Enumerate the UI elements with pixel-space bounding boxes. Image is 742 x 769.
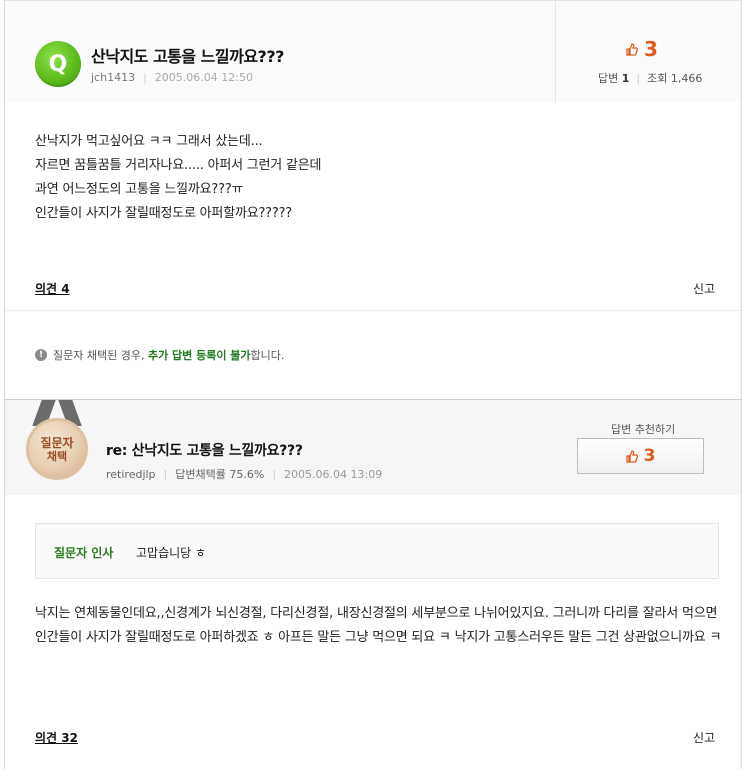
question-stats: 3 답변 1 | 조회 1,466	[555, 1, 741, 103]
question-counts: 답변 1 | 조회 1,466	[598, 70, 702, 86]
answer-opinion-link[interactable]: 의견 32	[35, 729, 78, 746]
question-header: Q 산낙지도 고통을 느낄까요??? jch1413 | 2005.06.04 12…	[5, 0, 741, 103]
question-recommend: 3	[626, 37, 658, 61]
answer-report-link[interactable]: 신고	[693, 729, 715, 746]
qna-page: Q 산낙지도 고통을 느낄까요??? jch1413 | 2005.06.04 12…	[4, 0, 742, 769]
answer-meta: retiredjlp | 답변채택률 75.6% | 2005.06.04 13:09	[106, 466, 382, 482]
question-body-line: 인간들이 사지가 잘릴때정도로 아퍼할까요?????	[35, 206, 292, 221]
warning-icon: !	[35, 349, 47, 361]
recommend-button[interactable]: 3	[577, 438, 704, 474]
notice-text: 질문자 채택된 경우, 추가 답변 등록이 불가합니다.	[53, 349, 285, 362]
answer-count-label: 답변	[598, 72, 619, 85]
question-body-line: 산낙지가 먹고싶어요 ㅋㅋ 그래서 샀는데...	[35, 134, 263, 149]
answer-author[interactable]: retiredjlp	[106, 468, 156, 481]
divider	[5, 310, 741, 311]
adoption-notice: ! 질문자 채택된 경우, 추가 답변 등록이 불가합니다.	[35, 347, 284, 363]
questioner-greeting: 질문자 인사 고맙습니당 ㅎ	[35, 523, 719, 579]
count-separator: |	[636, 72, 641, 85]
question-date: 2005.06.04 12:50	[154, 71, 253, 84]
question-recommend-count: 3	[644, 37, 658, 61]
answer-body: 낙지는 연체동물인데요,,신경계가 뇌신경절, 다리신경절, 내장신경절의 세부…	[35, 606, 722, 645]
medal-line2: 채택	[46, 449, 68, 463]
meta-separator: |	[272, 468, 277, 481]
recommend-label: 답변 추천하기	[611, 423, 676, 436]
answer-header: 질문자 채택 re: 산낙지도 고통을 느낄까요??? retiredjlp | 답…	[5, 399, 741, 495]
greeting-text: 고맙습니당 ㅎ	[136, 546, 207, 560]
answer-adoption-rate: 답변채택률 75.6%	[175, 468, 265, 481]
views-label: 조회	[647, 72, 668, 85]
question-opinion-link[interactable]: 의견 4	[35, 280, 70, 297]
question-author[interactable]: jch1413	[91, 71, 135, 84]
adopted-medal-icon: 질문자 채택	[23, 400, 93, 490]
medal-badge: 질문자 채택	[26, 418, 88, 480]
question-body-line: 자르면 꿈틀꿈틀 거리자나요..... 아퍼서 그런거 같은데	[35, 158, 322, 173]
answer-date: 2005.06.04 13:09	[284, 468, 383, 481]
answer-recommend-count: 3	[643, 446, 656, 466]
thumbs-up-icon	[625, 449, 638, 463]
medal-line1: 질문자	[40, 435, 74, 450]
answer-title: re: 산낙지도 고통을 느낄까요???	[106, 443, 303, 459]
question-avatar-icon: Q	[35, 41, 81, 87]
meta-separator: |	[163, 468, 168, 481]
question-meta: jch1413 | 2005.06.04 12:50	[91, 71, 253, 84]
views-count: 1,466	[670, 72, 703, 85]
question-report-link[interactable]: 신고	[693, 280, 715, 297]
question-title: 산낙지도 고통을 느낄까요???	[91, 47, 284, 66]
greeting-label: 질문자 인사	[54, 546, 114, 560]
meta-separator: |	[143, 71, 147, 84]
answer-count: 1	[621, 72, 630, 85]
thumbs-up-icon	[626, 42, 638, 56]
question-body-line: 과연 어느정도의 고통을 느낄까요???ㅠ	[35, 182, 244, 197]
question-body: 산낙지가 먹고싶어요 ㅋㅋ 그래서 샀는데... 자르면 꿈틀꿈틀 거리자나요.…	[35, 130, 321, 226]
